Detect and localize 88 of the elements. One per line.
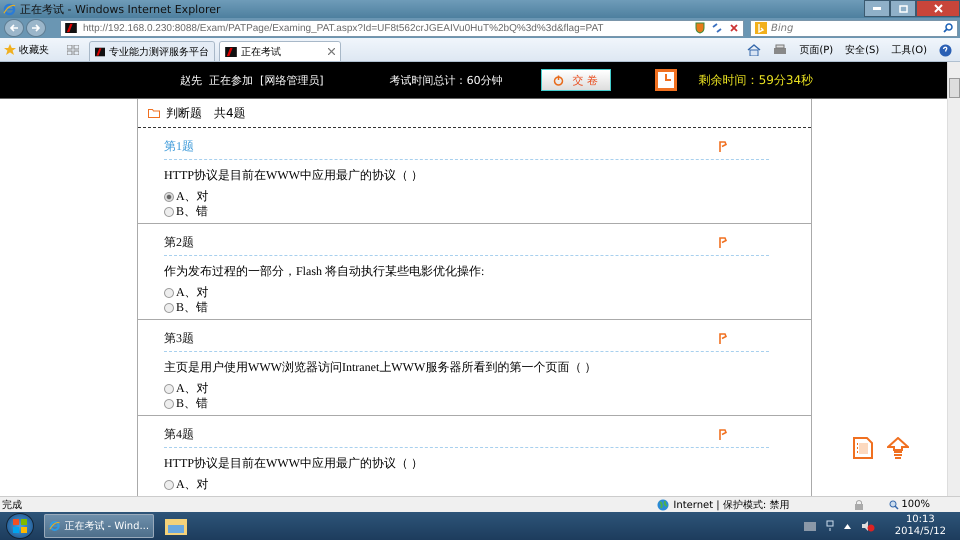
- radio-button[interactable]: [164, 192, 174, 202]
- flag-icon[interactable]: [719, 237, 727, 248]
- zoom-button[interactable]: 100%: [889, 499, 960, 510]
- window-title: 正在考试 - Windows Internet Explorer: [20, 2, 222, 16]
- keyboard-icon[interactable]: [804, 522, 816, 530]
- flag-icon[interactable]: [719, 429, 727, 440]
- up-arrow-icon[interactable]: [887, 437, 909, 459]
- home-icon[interactable]: [747, 44, 762, 56]
- scroll-thumb[interactable]: [949, 78, 960, 98]
- star-icon: [4, 44, 16, 56]
- search-placeholder[interactable]: Bing: [771, 22, 939, 34]
- clock-date[interactable]: 2014/5/12: [894, 526, 946, 538]
- browser-tab[interactable]: 正在考试: [219, 41, 341, 61]
- clock-time[interactable]: 10:13: [906, 514, 935, 526]
- answer-option[interactable]: A、对: [164, 285, 769, 300]
- address-field[interactable]: http://192.168.0.230:8088/Exam/PATPage/Examing_PAT.aspx?Id=UF8t562crJGEAIVu0HuT%2bQ%3d%3d&flag=PAT: [60, 20, 744, 36]
- security-zone: Internet | 保护模式: 禁用: [673, 498, 790, 512]
- search-engine-logo-icon: [755, 22, 767, 34]
- question-number: 第1题: [164, 138, 194, 155]
- stop-icon[interactable]: [729, 23, 739, 33]
- forward-button[interactable]: [26, 19, 46, 37]
- printer-icon[interactable]: [773, 44, 788, 56]
- question-text: HTTP协议是目前在WWW中应用最广的协议（ ）: [164, 167, 424, 184]
- quick-tabs-icon[interactable]: [67, 45, 79, 55]
- close-button[interactable]: [916, 0, 960, 17]
- radio-button[interactable]: [164, 302, 174, 312]
- question-number: 第4题: [164, 426, 194, 443]
- question-text: 主页是用户使用WWW浏览器访问Intranet上WWW服务器所看到的第一个页面（ ）: [164, 359, 598, 376]
- radio-button[interactable]: [164, 288, 174, 298]
- command-menu[interactable]: 安全(S): [845, 43, 880, 57]
- flag-icon[interactable]: [719, 141, 727, 152]
- question-number: 第3题: [164, 330, 194, 347]
- command-menu[interactable]: 页面(P): [799, 43, 834, 57]
- total-time: 考试时间总计：60分钟: [390, 72, 503, 88]
- flag-icon[interactable]: [719, 333, 727, 344]
- shield-icon: [695, 22, 705, 34]
- scrollbar[interactable]: [947, 62, 960, 496]
- close-tab-icon[interactable]: [328, 48, 335, 55]
- question-count: 共4题: [214, 104, 246, 122]
- back-button[interactable]: [4, 19, 24, 37]
- close-icon: [934, 4, 942, 13]
- site-logo-icon: [225, 46, 237, 56]
- question-text: 作为发布过程的一部分，Flash 将自动执行某些电影优化操作:: [164, 263, 486, 280]
- radio-button[interactable]: [164, 398, 174, 408]
- globe-icon: [657, 498, 670, 510]
- site-logo-icon: [65, 23, 77, 33]
- command-menu[interactable]: 工具(O): [891, 43, 927, 57]
- minimize-button[interactable]: [864, 0, 890, 17]
- radio-button[interactable]: [164, 206, 174, 216]
- answer-option[interactable]: A、对: [164, 477, 769, 492]
- radio-button[interactable]: [164, 384, 174, 394]
- zoom-icon: [889, 500, 900, 510]
- start-button[interactable]: [6, 513, 34, 539]
- folder-icon: [148, 108, 160, 118]
- radio-button[interactable]: [164, 480, 174, 490]
- section-title: 判断题: [166, 104, 202, 122]
- answer-option[interactable]: B、错: [164, 396, 769, 411]
- search-icon[interactable]: [943, 23, 953, 33]
- expand-tray-icon[interactable]: [844, 524, 851, 528]
- network-icon[interactable]: [826, 520, 834, 532]
- candidate-info: 赵先 正在参加 [网络管理员]: [180, 72, 324, 88]
- power-icon: [553, 74, 564, 86]
- favorites-button[interactable]: 收藏夹: [4, 39, 57, 61]
- search-field[interactable]: Bing: [750, 20, 958, 36]
- taskbar-window-button[interactable]: 正在考试 - Wind...: [44, 514, 154, 538]
- browser-tab[interactable]: 专业能力测评服务平台: [89, 41, 215, 61]
- folder-icon[interactable]: [164, 516, 188, 536]
- lock-icon[interactable]: [853, 498, 866, 510]
- windows-logo-icon: [13, 519, 27, 533]
- minimize-icon: [873, 7, 881, 10]
- muted-speaker-icon[interactable]: [860, 520, 875, 532]
- answer-option[interactable]: A、对: [164, 381, 769, 396]
- question-text: HTTP协议是目前在WWW中应用最广的协议（ ）: [164, 455, 424, 472]
- browser-logo-icon: [3, 2, 16, 16]
- back-arrow-icon: [9, 23, 19, 33]
- restore-button[interactable]: [890, 0, 916, 17]
- answer-option[interactable]: A、对: [164, 189, 769, 204]
- status-text: 完成: [2, 498, 23, 512]
- forward-arrow-icon: [31, 23, 41, 33]
- clock-icon: [654, 69, 677, 91]
- site-logo-icon: [95, 46, 105, 56]
- answer-option[interactable]: B、错: [164, 300, 769, 315]
- document-icon[interactable]: [853, 437, 873, 459]
- remaining-time: 剩余时间：59分34秒: [698, 72, 814, 88]
- help-icon[interactable]: [939, 44, 952, 56]
- question-number: 第2题: [164, 234, 194, 251]
- restore-icon: [898, 4, 908, 12]
- answer-option[interactable]: B、错: [164, 204, 769, 219]
